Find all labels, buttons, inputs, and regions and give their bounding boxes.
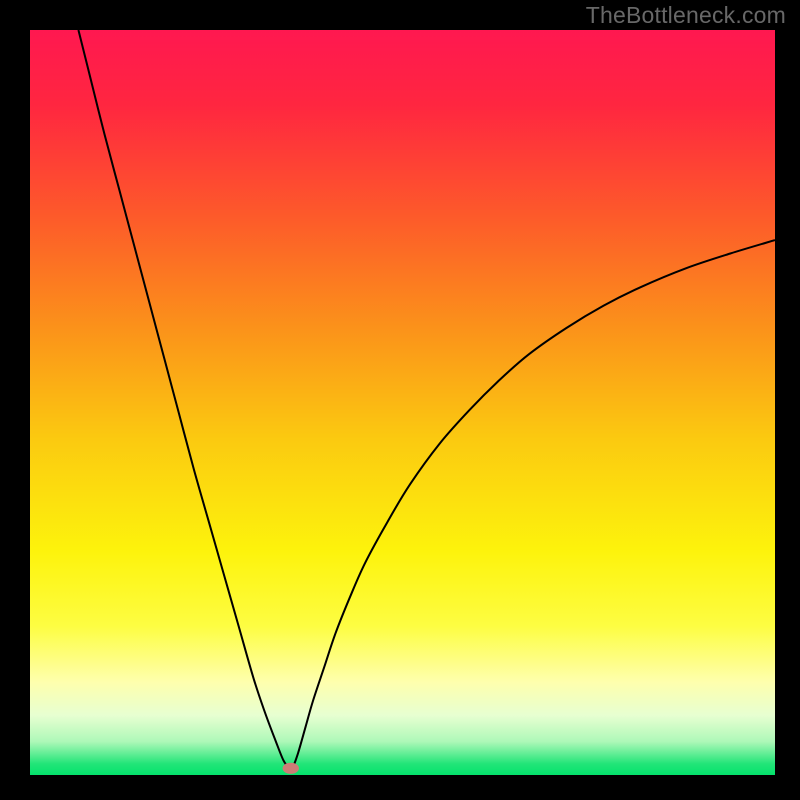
minimum-marker [283,763,299,774]
bottleneck-chart [30,30,775,775]
chart-frame: TheBottleneck.com [0,0,800,800]
gradient-background [30,30,775,775]
chart-svg [30,30,775,775]
watermark-text: TheBottleneck.com [586,2,786,29]
